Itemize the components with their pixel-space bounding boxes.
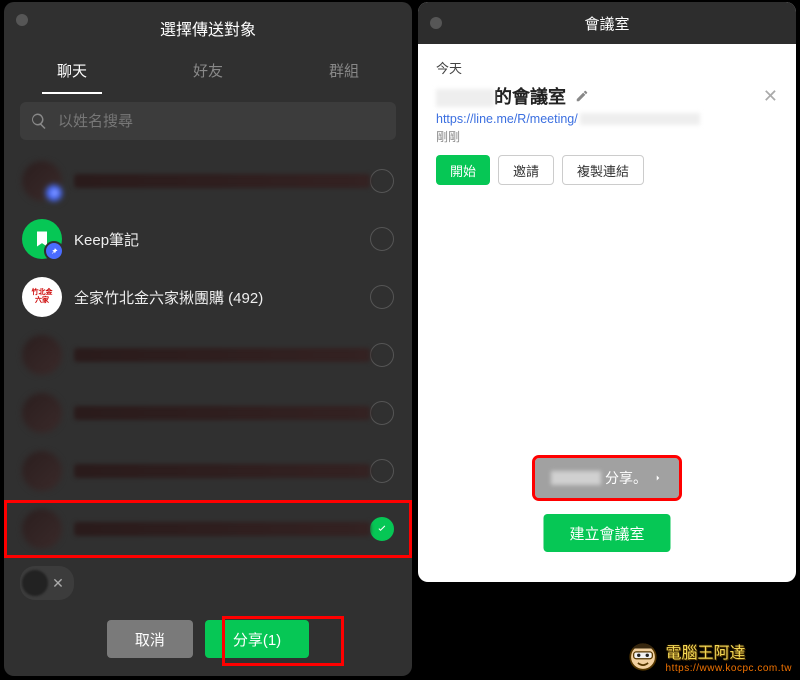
edit-icon[interactable] [575, 89, 589, 103]
meeting-link-text: https://line.me/R/meeting/ [436, 112, 578, 126]
today-label: 今天 [436, 58, 778, 77]
window-traffic-dot[interactable] [430, 17, 442, 29]
chip-avatar [22, 570, 48, 596]
masked-link-tail [580, 113, 700, 125]
start-button[interactable]: 開始 [436, 155, 490, 185]
masked-toast [551, 471, 601, 485]
close-icon[interactable]: ✕ [763, 86, 778, 107]
meeting-window-header: 會議室 [418, 2, 796, 44]
avatar [22, 393, 62, 433]
toast-text: 分享。 [605, 468, 647, 488]
meeting-title: 的會議室 [436, 83, 763, 109]
pin-icon [44, 241, 64, 261]
meeting-time: 剛剛 [436, 128, 778, 145]
select-radio[interactable] [370, 169, 394, 193]
list-item-name: Keep筆記 [74, 229, 370, 250]
masked-name [436, 89, 494, 107]
avatar-keep [22, 219, 62, 259]
chat-list: Keep筆記 竹北金六家 全家竹北金六家揪團購 (492) [4, 152, 412, 604]
list-item-name [74, 348, 370, 362]
watermark: 電腦王阿達 https://www.kocpc.com.tw [626, 639, 792, 674]
copy-link-button[interactable]: 複製連結 [562, 155, 644, 185]
share-target-window: 選擇傳送對象 聊天 好友 群組 [4, 2, 412, 676]
tab-groups[interactable]: 群組 [276, 52, 412, 92]
avatar-family: 竹北金六家 [22, 277, 62, 317]
meeting-actions: 開始 邀請 複製連結 [436, 155, 778, 185]
share-tabs: 聊天 好友 群組 [4, 52, 412, 92]
chip-remove-icon[interactable]: ✕ [48, 575, 68, 592]
create-meeting-row: 建立會議室 [543, 514, 670, 552]
list-item[interactable] [4, 326, 412, 384]
cancel-button[interactable]: 取消 [107, 620, 193, 658]
list-item[interactable] [4, 442, 412, 500]
share-button[interactable]: 分享(1) [205, 620, 309, 658]
list-item-family[interactable]: 竹北金六家 全家竹北金六家揪團購 (492) [4, 268, 412, 326]
list-item[interactable] [4, 152, 412, 210]
meeting-window-title: 會議室 [584, 13, 629, 34]
list-item-keep[interactable]: Keep筆記 [4, 210, 412, 268]
watermark-text: 電腦王阿達 [666, 639, 792, 663]
tab-friends[interactable]: 好友 [140, 52, 276, 92]
watermark-url: https://www.kocpc.com.tw [666, 663, 792, 674]
watermark-mascot-icon [626, 640, 660, 674]
share-toast[interactable]: 分享。 [535, 458, 679, 498]
list-item-name [74, 174, 370, 188]
create-meeting-button[interactable]: 建立會議室 [543, 514, 670, 552]
meeting-window: 會議室 今天 的會議室 ✕ https://line.me/R/meeting/… [418, 2, 796, 582]
meeting-link[interactable]: https://line.me/R/meeting/ [436, 112, 778, 126]
list-item[interactable] [4, 384, 412, 442]
list-item-name: 全家竹北金六家揪團購 (492) [74, 287, 370, 308]
list-item-name [74, 522, 370, 536]
avatar [22, 161, 62, 201]
search-bar[interactable] [20, 102, 396, 140]
chevron-right-icon [653, 473, 663, 483]
avatar [22, 509, 62, 549]
tab-chats[interactable]: 聊天 [4, 52, 140, 92]
avatar [22, 335, 62, 375]
meeting-title-suffix: 的會議室 [494, 87, 566, 107]
pin-icon [44, 183, 64, 203]
select-radio[interactable] [370, 343, 394, 367]
invite-button[interactable]: 邀請 [498, 155, 554, 185]
search-icon [30, 112, 48, 130]
search-input[interactable] [56, 112, 386, 131]
meeting-body: 今天 的會議室 ✕ https://line.me/R/meeting/ 剛剛 … [418, 44, 796, 199]
select-radio[interactable] [370, 459, 394, 483]
list-item-name [74, 406, 370, 420]
list-item-selected[interactable] [4, 500, 412, 558]
selected-chip: ✕ [20, 566, 74, 600]
list-item-name [74, 464, 370, 478]
select-radio[interactable] [370, 227, 394, 251]
select-radio[interactable] [370, 401, 394, 425]
select-radio[interactable] [370, 285, 394, 309]
avatar [22, 451, 62, 491]
select-radio-checked[interactable] [370, 517, 394, 541]
share-window-title: 選擇傳送對象 [4, 16, 412, 40]
share-footer: 取消 分享(1) [4, 614, 412, 664]
